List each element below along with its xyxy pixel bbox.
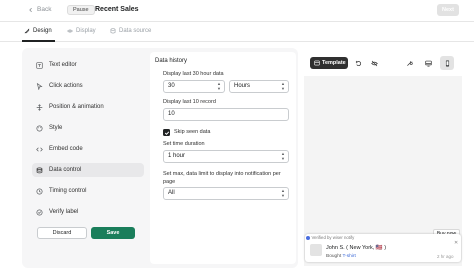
next-button[interactable]: Next <box>437 4 459 16</box>
eye-off-icon <box>370 60 378 66</box>
section-title: Data history <box>155 58 188 64</box>
database-icon <box>110 28 116 34</box>
verified-badge: Verified by wiser notify <box>306 235 354 240</box>
cursor-icon <box>36 82 43 90</box>
hide-preview-button[interactable] <box>369 58 379 68</box>
skip-seen-label: Skip seen data <box>174 129 211 135</box>
position-icon <box>36 103 43 111</box>
eye-icon <box>67 29 73 33</box>
sidebar-item-label: Timing control <box>49 188 87 194</box>
record-label: Display last 10 record <box>163 99 216 105</box>
template-label: Template <box>322 60 346 66</box>
sidebar-item-label: Data control <box>49 167 82 173</box>
max-limit-value: All <box>168 190 175 196</box>
select-chevron-icon: ▲ ▼ <box>281 151 285 161</box>
sidebar-item-embed-code[interactable]: Embed code <box>32 142 144 156</box>
template-button[interactable]: Template <box>310 57 348 69</box>
sidebar-item-label: Embed code <box>49 146 83 152</box>
phone-icon <box>445 60 449 66</box>
product-image <box>310 244 322 256</box>
sidebar-item-label: Position & animation <box>49 104 104 110</box>
hour-value-input[interactable]: 30 ▲ ▼ <box>163 80 225 93</box>
back-label: Back <box>37 6 52 13</box>
verified-label: Verified by wiser notify <box>311 235 355 240</box>
notif-name-text: John S. ( New York, <box>326 245 375 251</box>
tab-label: Design <box>33 28 52 34</box>
back-button[interactable]: Back <box>28 6 51 13</box>
tab-label: Data source <box>119 28 152 34</box>
tab-label: Display <box>76 28 96 34</box>
time-duration-value: 1 hour <box>168 153 186 159</box>
discard-button[interactable]: Discard <box>37 227 87 239</box>
unit-value: Hours <box>234 83 251 89</box>
page-title: Recent Sales <box>95 6 139 13</box>
desktop-icon <box>424 60 432 67</box>
sidebar-item-label: Verify label <box>49 209 79 215</box>
sidebar-item-label: Text editor <box>49 62 77 68</box>
unit-select[interactable]: Hours ▲ ▼ <box>229 80 289 93</box>
skip-seen-checkbox[interactable] <box>163 129 170 136</box>
sidebar-item-data-control[interactable]: Data control <box>32 163 144 177</box>
select-chevron-icon: ▲ ▼ <box>281 188 285 198</box>
device-switcher <box>402 56 458 70</box>
sidebar-item-timing-control[interactable]: Timing control <box>32 184 144 198</box>
tab-bar: Design Display Data source <box>0 22 474 42</box>
wand-icon <box>406 60 413 66</box>
tab-design[interactable]: Design <box>24 28 52 34</box>
undo-icon <box>355 60 361 66</box>
sidebar-item-label: Style <box>49 125 63 131</box>
top-bar: Back Pause Recent Sales Next <box>0 0 474 22</box>
save-button[interactable]: Save <box>91 227 135 239</box>
pause-button[interactable]: Pause <box>67 5 95 15</box>
device-mobile-button[interactable] <box>402 56 416 70</box>
template-icon <box>314 60 320 66</box>
arrow-left-icon <box>29 7 32 12</box>
tab-data-source[interactable]: Data source <box>110 28 151 34</box>
sidebar-item-style[interactable]: Style <box>32 121 144 135</box>
sidebar-item-text-editor[interactable]: Text editor <box>32 58 144 72</box>
notif-bought: Bought <box>326 254 342 259</box>
record-value: 10 <box>168 111 175 117</box>
notification-name: John S. ( New York, 🇺🇸 ) <box>326 245 386 251</box>
max-limit-label: Set max, data limit to display into noti… <box>163 171 281 185</box>
notification-subtext: Bought T-shirt <box>326 254 356 259</box>
undo-button[interactable] <box>353 58 363 68</box>
stepper-icon[interactable]: ▲ ▼ <box>217 81 221 91</box>
sidebar-item-verify-label[interactable]: Verify label <box>32 205 144 219</box>
verify-icon <box>36 208 43 216</box>
time-duration-select[interactable]: 1 hour ▲ ▼ <box>163 150 289 163</box>
record-value-input[interactable]: 10 <box>163 108 289 121</box>
sidebar-item-label: Click actions <box>49 83 83 89</box>
select-chevron-icon: ▲ ▼ <box>281 81 285 91</box>
brush-icon <box>24 28 30 34</box>
sidebar-item-position-animation[interactable]: Position & animation <box>32 100 144 114</box>
code-icon <box>36 147 43 151</box>
text-editor-icon <box>36 61 43 69</box>
hour-data-label: Display last 30 hour data <box>163 71 224 77</box>
device-desktop-button[interactable] <box>421 56 435 70</box>
checkmark-icon <box>164 130 169 135</box>
device-phone-button[interactable] <box>440 56 454 70</box>
notification-time: 2 hr ago <box>437 254 454 259</box>
palette-icon <box>36 124 43 132</box>
notif-name-end: ) <box>384 245 387 251</box>
time-duration-label: Set time duration <box>163 141 205 147</box>
verified-check-icon <box>306 235 310 240</box>
tab-display[interactable]: Display <box>67 28 96 34</box>
database-icon <box>36 166 43 173</box>
hour-value: 30 <box>168 83 175 89</box>
sidebar-item-click-actions[interactable]: Click actions <box>32 79 144 93</box>
active-tab-indicator <box>22 40 55 42</box>
clock-icon <box>36 187 43 195</box>
close-icon[interactable]: ✕ <box>454 240 458 246</box>
max-limit-select[interactable]: All ▲ ▼ <box>163 187 289 200</box>
us-flag-icon: 🇺🇸 <box>375 245 383 251</box>
notif-product-link[interactable]: T-shirt <box>342 254 355 259</box>
